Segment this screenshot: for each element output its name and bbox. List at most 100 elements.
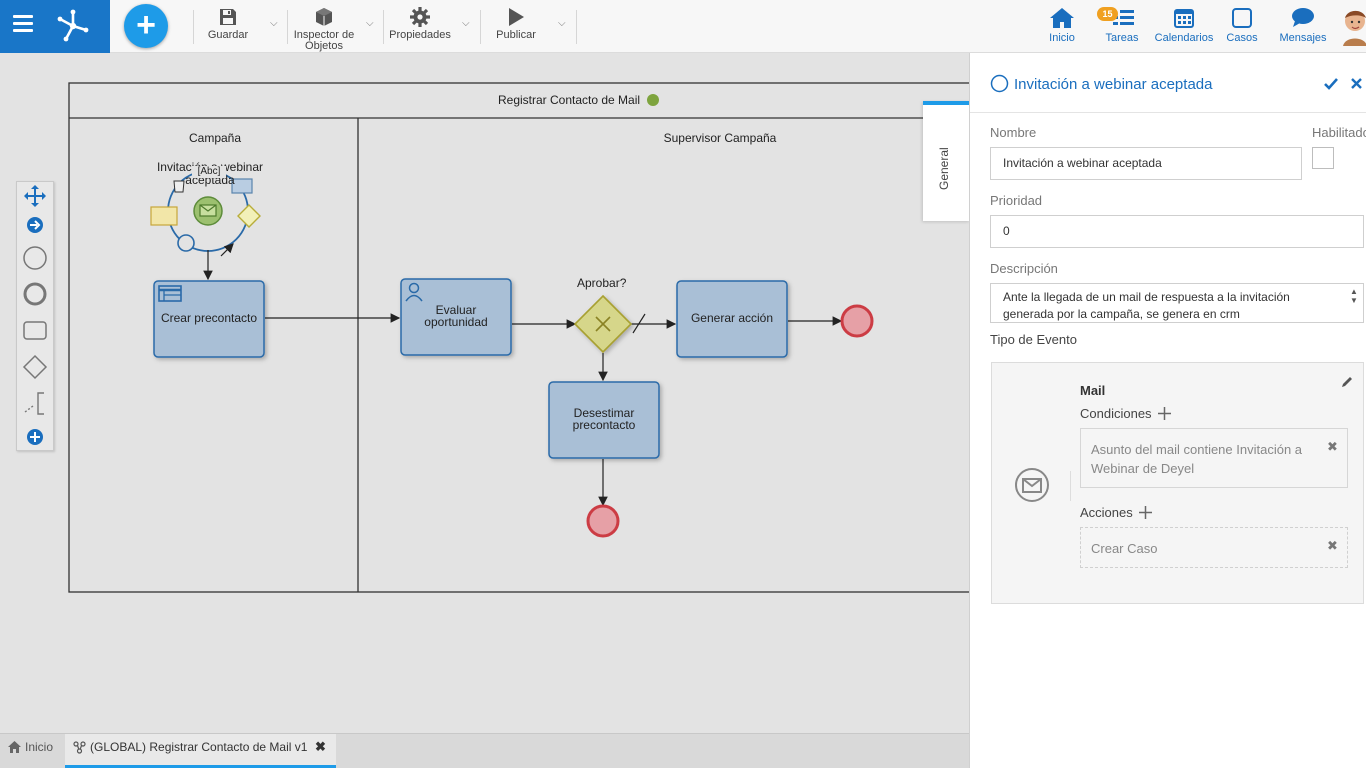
panel-title: Invitación a webinar aceptada	[1014, 76, 1213, 93]
toolbar-divider	[576, 10, 577, 44]
properties-label: Propiedades	[389, 29, 451, 41]
bottom-tab-process[interactable]: (GLOBAL) Registrar Contacto de Mail v1 ✖	[65, 734, 336, 768]
context-gateway-option	[237, 204, 261, 228]
nav-cases[interactable]: Casos	[1222, 6, 1262, 44]
annotation-tool-icon	[24, 392, 44, 415]
process-icon	[73, 741, 86, 754]
pencil-edit-icon[interactable]	[1340, 375, 1354, 389]
textarea-scroll-arrows-icon[interactable]: ▲ ▼	[1350, 287, 1358, 305]
publish-button[interactable]: Publicar	[490, 6, 542, 41]
condition-item[interactable]: Asunto del mail contiene Invitación a We…	[1080, 428, 1348, 488]
context-text-annotation-option[interactable]: [Abc]	[192, 166, 226, 178]
chevron-down-icon[interactable]: ⌵	[462, 18, 470, 29]
description-label: Descripción	[990, 261, 1058, 276]
close-tab-icon[interactable]: ✖	[315, 734, 326, 760]
task-evaluar-label-2[interactable]: oportunidad	[401, 316, 511, 328]
diagram-canvas[interactable]: Registrar Contacto de Mail Campaña Super…	[0, 53, 969, 733]
play-icon	[490, 6, 542, 28]
cases-icon	[1222, 6, 1262, 30]
end-event-1	[840, 304, 874, 338]
remove-action-icon[interactable]: ✖	[1327, 538, 1338, 554]
context-event-option	[177, 234, 195, 252]
toolbar-divider	[480, 10, 481, 44]
task-crear-label[interactable]: Crear precontacto	[154, 312, 264, 324]
deyel-logo-icon[interactable]	[56, 8, 90, 42]
gear-icon	[386, 6, 454, 28]
enabled-checkbox[interactable]	[1312, 147, 1334, 169]
bpmn-diagram	[68, 82, 969, 593]
nav-messages[interactable]: Mensajes	[1276, 6, 1330, 44]
toolbar-divider	[287, 10, 288, 44]
event-type-label: Tipo de Evento	[990, 332, 1077, 347]
start-event-tool-icon	[23, 246, 47, 270]
floppy-icon	[202, 6, 254, 28]
chevron-down-icon[interactable]: ⌵	[558, 18, 566, 29]
connect-tool-icon	[27, 217, 43, 233]
tab-general[interactable]: General	[923, 101, 970, 221]
action-item[interactable]: Crear Caso	[1080, 527, 1348, 568]
toolbar-divider	[193, 10, 194, 44]
chevron-down-icon[interactable]: ⌵	[366, 18, 374, 29]
end-event-2	[586, 504, 620, 538]
nav-home[interactable]: Inicio	[1042, 6, 1082, 44]
task-desestimar-label-2[interactable]: precontacto	[549, 419, 659, 431]
close-icon[interactable]	[1351, 78, 1362, 89]
task-tool-icon	[23, 321, 47, 340]
panel-header: Invitación a webinar aceptada	[970, 53, 1366, 113]
start-event-icon	[990, 74, 1009, 93]
home-icon	[8, 741, 21, 753]
priority-input[interactable]: 0	[990, 215, 1364, 248]
event-box-divider	[1070, 471, 1071, 501]
tab-general-label: General	[937, 147, 951, 190]
nav-home-label: Inicio	[1049, 32, 1075, 44]
gateway-label: Aprobar?	[577, 276, 627, 290]
lane-title-supervisor: Supervisor Campaña	[663, 131, 777, 145]
publish-label: Publicar	[496, 29, 536, 41]
nav-messages-label: Mensajes	[1279, 32, 1327, 44]
bottom-tab-bar: Inicio (GLOBAL) Registrar Contacto de Ma…	[0, 733, 969, 768]
event-type-value: Mail	[1080, 383, 1106, 398]
enabled-label: Habilitado	[1312, 125, 1366, 140]
pool-status-dot	[647, 94, 659, 106]
name-label: Nombre	[990, 125, 1037, 140]
nav-cases-label: Casos	[1226, 32, 1258, 44]
conditions-label: Condiciones	[1080, 406, 1152, 421]
brand-area	[0, 0, 110, 53]
description-textarea[interactable]: Ante la llegada de un mail de respuesta …	[990, 283, 1364, 323]
tasks-count-badge: 15	[1097, 7, 1118, 21]
pool-title: Registrar Contacto de Mail	[498, 93, 641, 107]
properties-panel: Invitación a webinar aceptada Nombre Inv…	[969, 53, 1366, 768]
add-action-icon[interactable]	[1139, 506, 1152, 519]
cube-icon	[290, 6, 358, 28]
gateway-tool-icon	[22, 354, 48, 380]
remove-condition-icon[interactable]: ✖	[1327, 439, 1338, 455]
add-element-icon	[27, 429, 43, 445]
user-avatar[interactable]	[1339, 6, 1366, 46]
element-palette	[16, 181, 54, 451]
add-condition-icon[interactable]	[1158, 407, 1171, 420]
object-inspector-button[interactable]: Inspector de Objetos	[290, 6, 358, 52]
chat-bubble-icon	[1276, 6, 1330, 30]
properties-button[interactable]: Propiedades	[386, 6, 454, 41]
bottom-tab-home[interactable]: Inicio	[8, 734, 64, 768]
save-button[interactable]: Guardar	[202, 6, 254, 41]
menu-icon[interactable]	[13, 15, 33, 35]
confirm-check-icon[interactable]	[1324, 78, 1338, 90]
bottom-tab-process-label: (GLOBAL) Registrar Contacto de Mail v1	[90, 740, 308, 754]
priority-label: Prioridad	[990, 193, 1043, 208]
lane-title-campana: Campaña	[188, 131, 242, 145]
name-input[interactable]: Invitación a webinar aceptada	[990, 147, 1302, 180]
new-button[interactable]: +	[124, 4, 168, 48]
save-label: Guardar	[207, 29, 249, 41]
nav-tasks-label: Tareas	[1105, 32, 1139, 44]
context-task-option	[150, 206, 178, 226]
home-icon	[1042, 6, 1082, 30]
move-tool-icon	[24, 185, 46, 207]
calendar-icon	[1152, 6, 1216, 30]
event-type-box: Mail Condiciones Asunto del mail contien…	[991, 362, 1364, 604]
nav-calendars[interactable]: Calendarios	[1152, 6, 1216, 44]
nav-calendars-label: Calendarios	[1154, 32, 1214, 44]
toolbar-divider	[383, 10, 384, 44]
chevron-down-icon[interactable]: ⌵	[270, 18, 278, 29]
task-generar-label[interactable]: Generar acción	[677, 312, 787, 324]
